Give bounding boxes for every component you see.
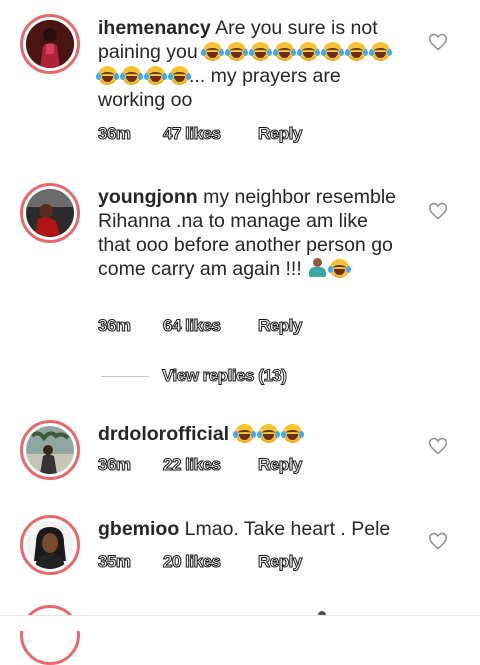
likes-count[interactable]: 47 likes [162,124,221,144]
likes-count[interactable]: 22 likes [162,455,221,475]
reply-button[interactable]: Reply [258,124,303,144]
comment-username[interactable]: gbemioo [98,518,179,540]
comment-time: 36m [98,124,132,144]
avatar[interactable] [20,515,80,575]
comment-username[interactable]: ihemenancy [98,17,211,39]
avatar[interactable] [20,605,80,665]
avatar-image [26,426,74,474]
avatar-image [26,20,74,68]
heart-outline-icon[interactable] [428,531,448,551]
heart-outline-icon[interactable] [428,32,448,52]
likes-count[interactable]: 64 likes [162,316,221,336]
comment-body: ihemenancy Are you sure is not paining y… [96,16,403,112]
comment-body: drdolorofficial [98,422,403,446]
avatar-image [26,189,74,237]
comment-time: 36m [98,455,132,475]
avatar[interactable] [20,420,80,480]
bottom-bar [0,615,480,631]
reply-button[interactable]: Reply [258,455,303,475]
avatar-image [26,521,74,569]
comment-text: Lmao. Take heart . Pele [184,518,391,540]
person-shrugging-icon [307,258,327,278]
comment-username[interactable]: youngjonn [98,186,198,208]
comment-username[interactable]: drdolorofficial [98,423,229,445]
comment-body: gbemioo Lmao. Take heart . Pele [98,517,403,541]
divider [101,376,149,377]
view-replies-button[interactable]: View replies (13) [161,366,287,386]
comment-time: 36m [98,316,132,336]
avatar[interactable] [20,183,80,243]
avatar[interactable] [20,14,80,74]
heart-outline-icon[interactable] [428,201,448,221]
reply-button[interactable]: Reply [258,552,303,572]
comment-time: 35m [98,552,132,572]
likes-count[interactable]: 20 likes [162,552,221,572]
laugh-icon [232,423,307,445]
reply-button[interactable]: Reply [258,316,303,336]
laugh-icon [328,259,352,278]
heart-outline-icon[interactable] [428,436,448,456]
comment-body: youngjonn my neighbor resemble Rihanna .… [98,185,403,281]
